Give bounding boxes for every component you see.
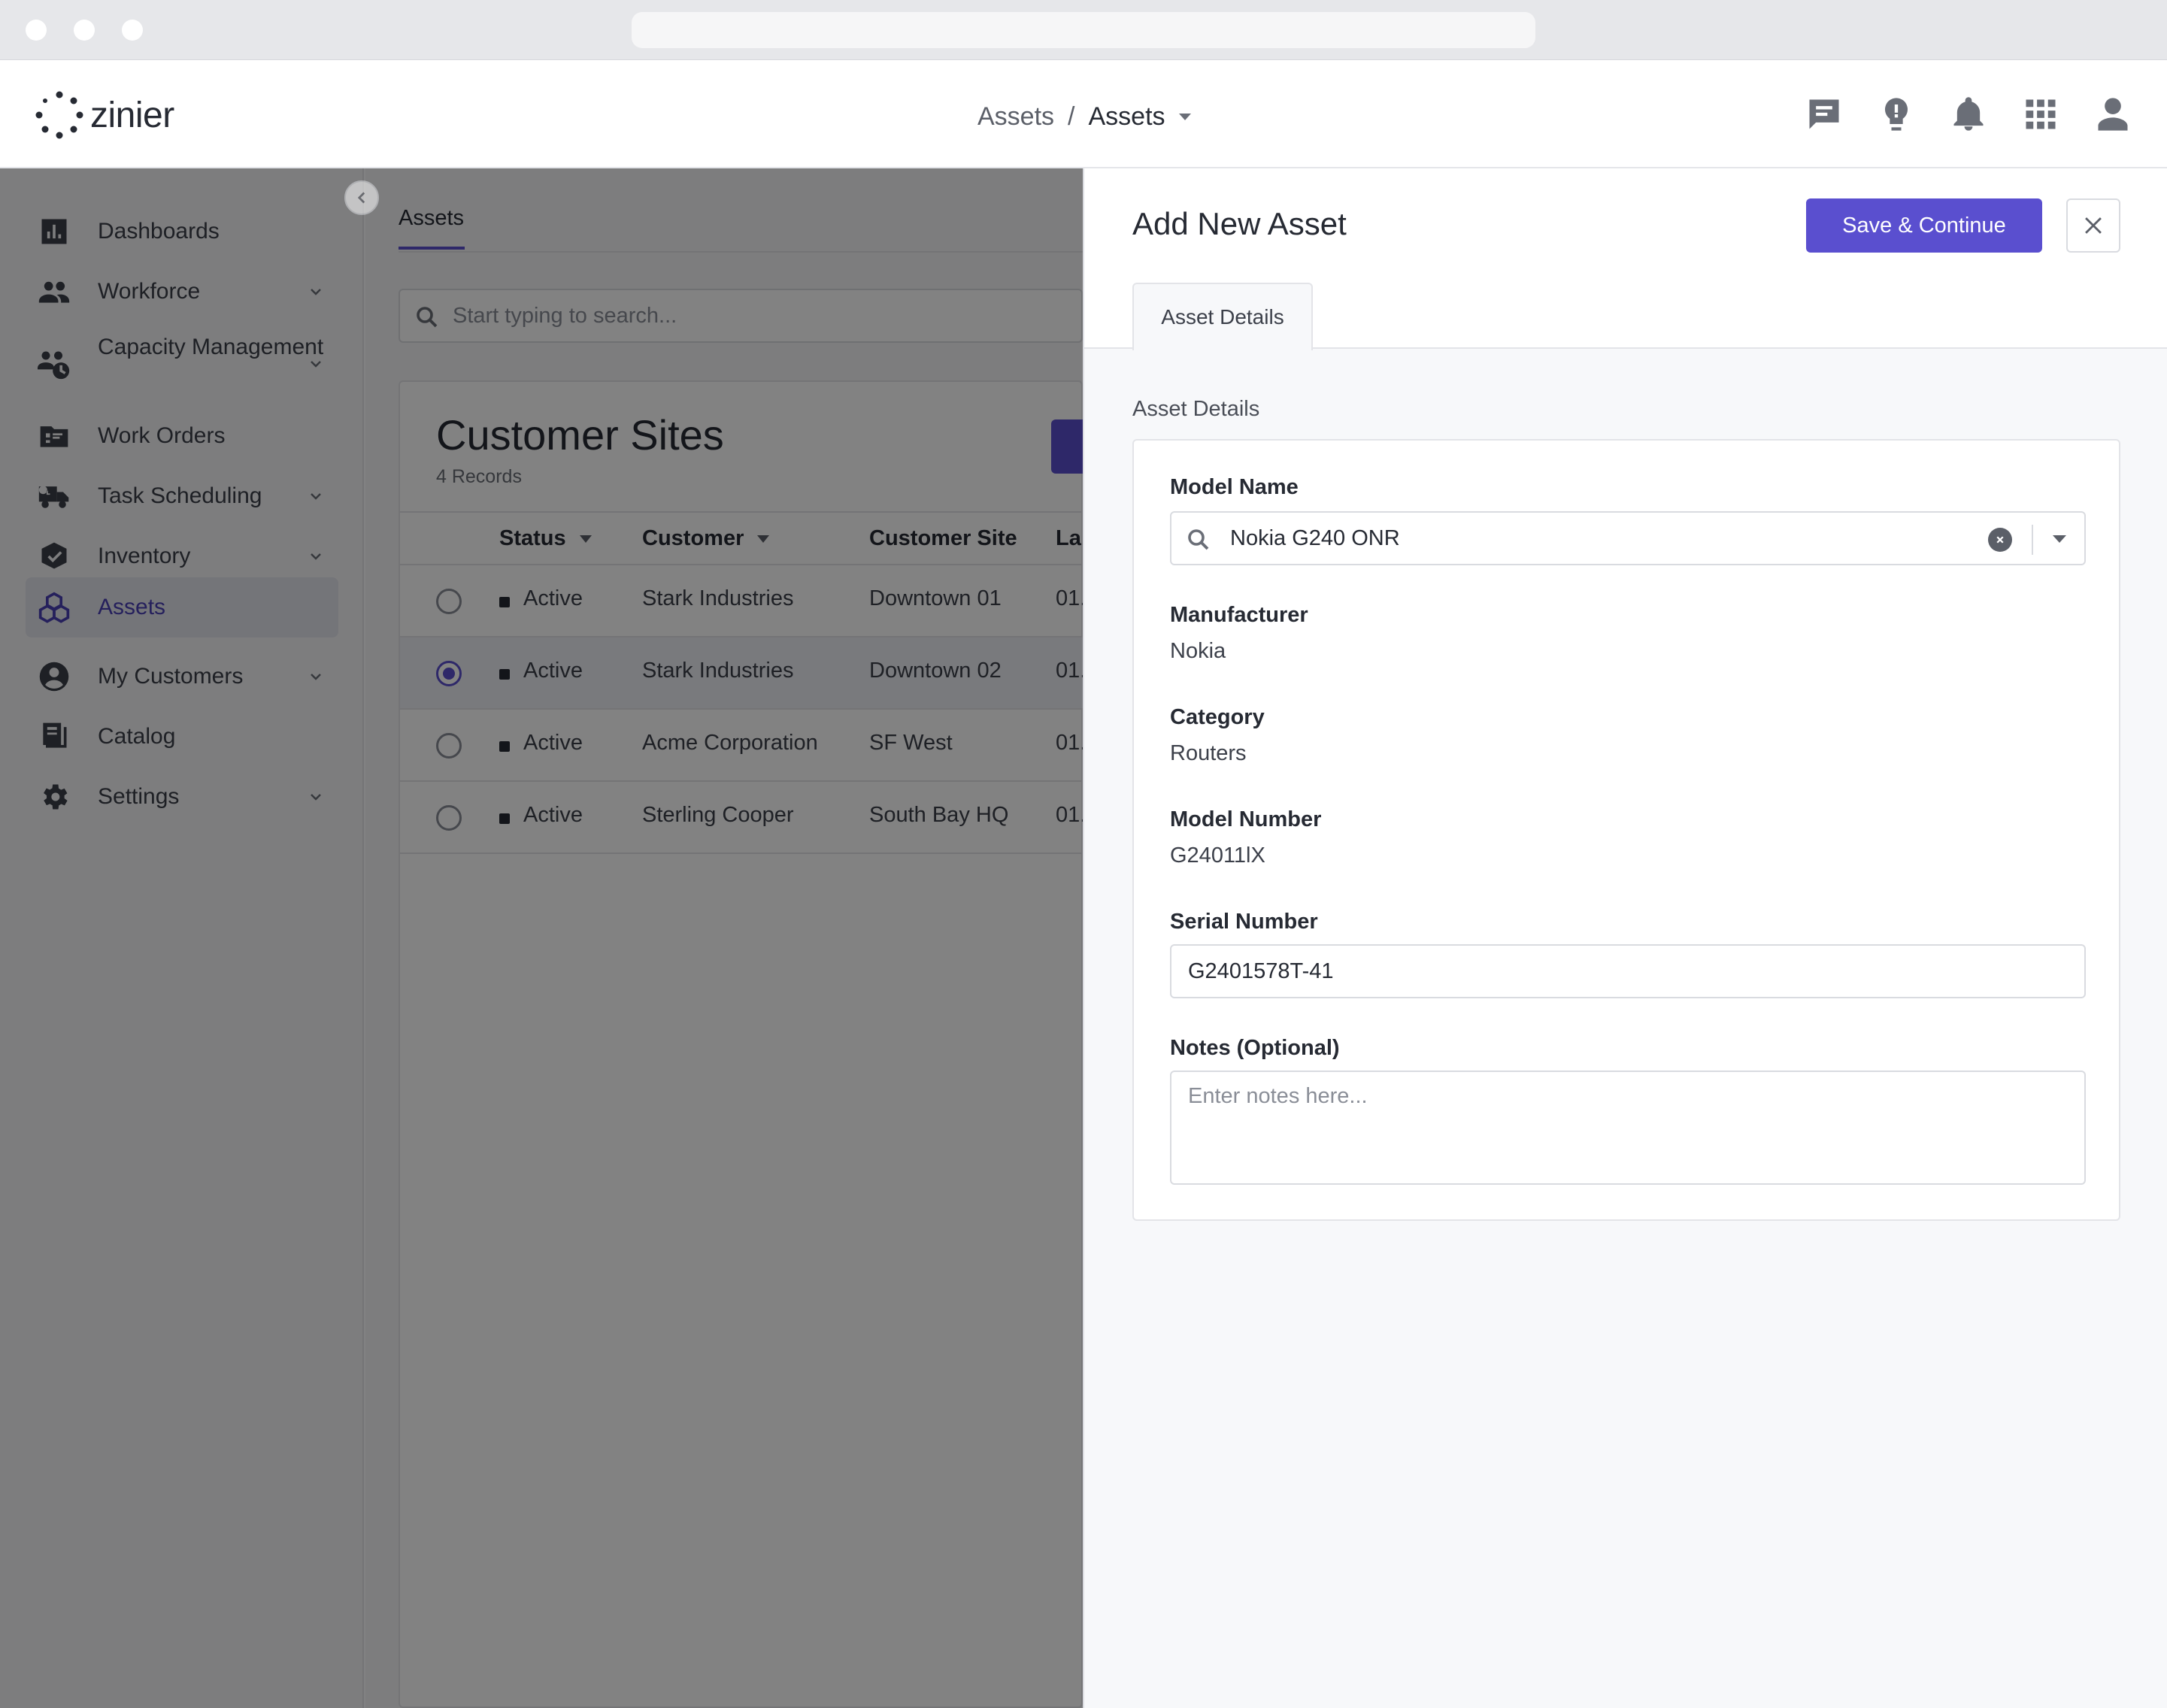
lightbulb-icon[interactable] xyxy=(1877,95,1916,134)
save-continue-button[interactable]: Save & Continue xyxy=(1806,198,2042,253)
manufacturer-label: Manufacturer xyxy=(1170,603,1308,627)
breadcrumb-caret-icon[interactable] xyxy=(1178,113,1191,120)
user-icon[interactable] xyxy=(2093,95,2132,134)
close-button[interactable] xyxy=(2066,198,2120,253)
panel-title: Add New Asset xyxy=(1132,206,1347,241)
serial-number-value: G2401578T-41 xyxy=(1188,959,1334,983)
close-icon xyxy=(2085,217,2102,234)
notes-textarea[interactable]: Enter notes here... xyxy=(1170,1071,2086,1185)
breadcrumb-separator: / xyxy=(1068,101,1075,131)
model-name-select[interactable]: Nokia G240 ONR xyxy=(1170,511,2086,565)
window-close-dot[interactable] xyxy=(26,20,47,41)
clear-icon[interactable] xyxy=(1988,528,2012,552)
add-asset-panel: Add New Asset Save & Continue Asset Deta… xyxy=(1083,168,2167,1708)
breadcrumb-first[interactable]: Assets xyxy=(977,102,1054,132)
apps-grid-icon[interactable] xyxy=(2021,95,2060,134)
asset-form: Model Name Nokia G240 ONR Manufacturer N… xyxy=(1132,439,2120,1221)
model-name-value: Nokia G240 ONR xyxy=(1230,526,1400,550)
panel-header: Add New Asset Save & Continue Asset Deta… xyxy=(1084,168,2167,350)
notes-placeholder: Enter notes here... xyxy=(1188,1084,1368,1108)
serial-number-label: Serial Number xyxy=(1170,910,1318,934)
logo-text: zinier xyxy=(90,95,174,135)
tab-asset-details[interactable]: Asset Details xyxy=(1132,283,1313,350)
category-value: Routers xyxy=(1170,741,1247,765)
category-label: Category xyxy=(1170,705,1265,729)
notes-label: Notes (Optional) xyxy=(1170,1036,1340,1060)
serial-number-input[interactable]: G2401578T-41 xyxy=(1170,944,2086,998)
modal-overlay[interactable] xyxy=(0,168,1083,1708)
dropdown-caret-icon[interactable] xyxy=(2053,535,2066,543)
manufacturer-value: Nokia xyxy=(1170,639,1226,663)
browser-chrome xyxy=(0,0,2167,60)
search-icon xyxy=(1188,529,1209,550)
chevron-left-icon xyxy=(357,192,365,204)
app-header: zinier Assets / Assets xyxy=(0,60,2167,168)
window-maximize-dot[interactable] xyxy=(122,20,143,41)
breadcrumb-current[interactable]: Assets xyxy=(1089,102,1165,132)
model-name-label: Model Name xyxy=(1170,475,1299,499)
window-minimize-dot[interactable] xyxy=(74,20,95,41)
select-divider xyxy=(2032,525,2033,555)
chat-icon[interactable] xyxy=(1805,95,1844,134)
address-bar[interactable] xyxy=(632,12,1535,48)
breadcrumb: Assets / Assets xyxy=(977,98,1191,135)
model-number-value: G24011lX xyxy=(1170,843,1265,868)
bell-icon[interactable] xyxy=(1949,95,1988,134)
zinier-logo[interactable]: zinier xyxy=(35,89,174,141)
section-heading: Asset Details xyxy=(1132,397,1260,421)
logo-mark-icon xyxy=(35,91,83,139)
model-number-label: Model Number xyxy=(1170,807,1322,831)
sidebar-collapse-button[interactable] xyxy=(344,180,379,215)
